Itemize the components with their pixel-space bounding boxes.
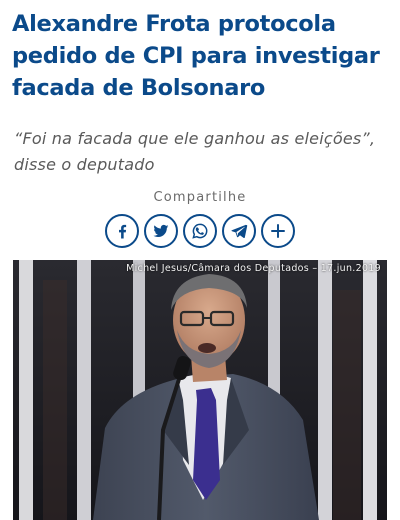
share-label: Compartilhe <box>153 190 247 205</box>
whatsapp-icon <box>192 223 208 239</box>
telegram-icon <box>231 224 248 239</box>
share-twitter-button[interactable] <box>144 214 178 248</box>
twitter-icon <box>153 224 169 237</box>
article-photo: Michel Jesus/Câmara dos Deputados – 17.j… <box>13 260 387 520</box>
article-headline: Alexandre Frota protocola pedido de CPI … <box>12 11 380 101</box>
plus-icon <box>271 224 285 238</box>
share-more-button[interactable] <box>261 214 295 248</box>
share-buttons <box>0 214 400 252</box>
share-telegram-button[interactable] <box>222 214 256 248</box>
deputy-speaking-photo <box>13 260 387 520</box>
photo-credit: Michel Jesus/Câmara dos Deputados – 17.j… <box>126 263 381 274</box>
facebook-icon <box>119 224 127 239</box>
share-whatsapp-button[interactable] <box>183 214 217 248</box>
share-facebook-button[interactable] <box>105 214 139 248</box>
article-subtitle: “Foi na facada que ele ganhou as eleiçõe… <box>14 129 376 174</box>
